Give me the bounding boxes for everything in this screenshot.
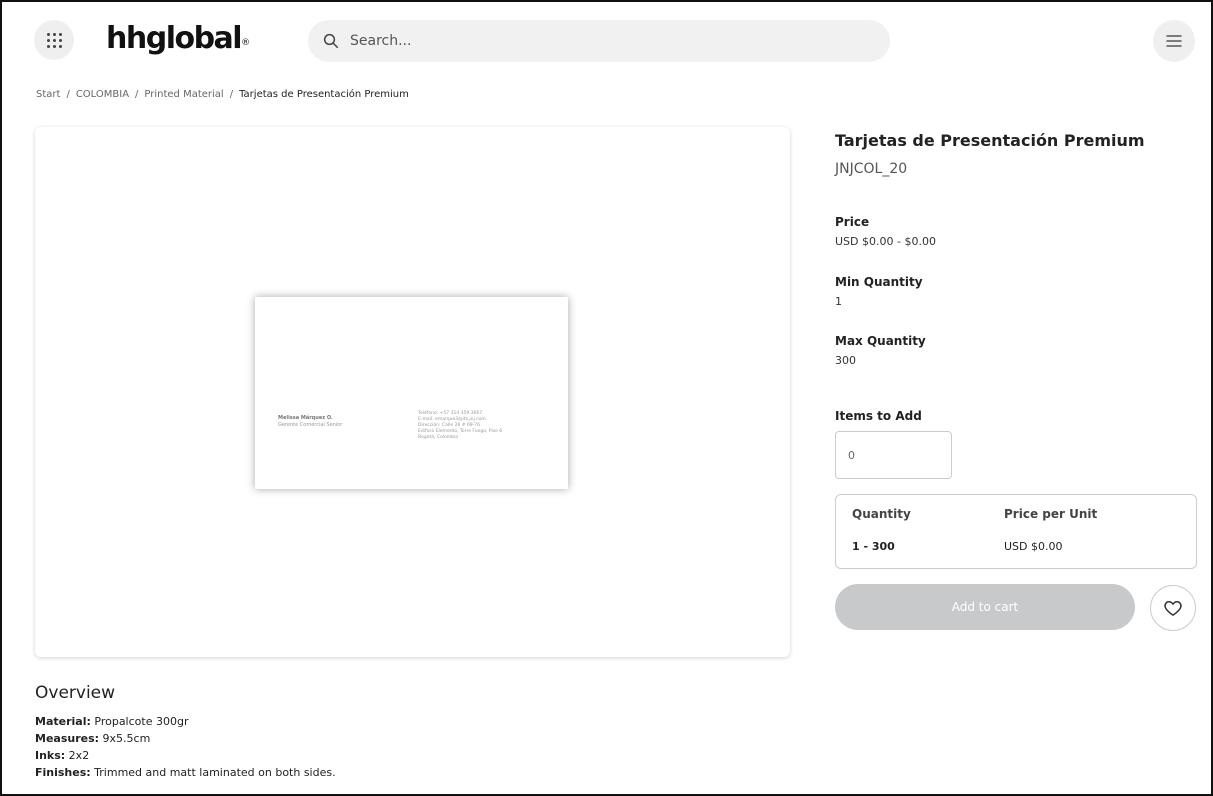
min-quantity-label: Min Quantity (835, 275, 923, 289)
card-contact: Teléfono: +57 314 359 3667 E-mail: emarq… (418, 411, 558, 441)
logo-registered-mark: ® (241, 38, 251, 48)
breadcrumb-separator: / (66, 89, 70, 100)
business-card-preview: Melissa Márquez O. Gerente Comercial Sen… (255, 297, 568, 489)
spec-inks: Inks: 2x2 (35, 747, 735, 764)
overview-title: Overview (35, 683, 116, 703)
price-block: Price USD $0.00 - $0.00 (835, 215, 936, 248)
search-input[interactable] (350, 33, 850, 49)
max-quantity-block: Max Quantity 300 (835, 334, 926, 367)
search-icon (323, 33, 339, 49)
overview-section: Overview Material: Propalcote 300gr Meas… (35, 683, 735, 781)
price-label: Price (835, 215, 870, 229)
spec-label: Inks: (35, 749, 66, 762)
product-info: Tarjetas de Presentación Premium JNJCOL_… (835, 127, 1197, 631)
tier-row-price: USD $0.00 (1004, 540, 1063, 553)
hamburger-icon (1166, 35, 1182, 47)
items-to-add-input[interactable] (835, 431, 952, 479)
spec-value: Propalcote 300gr (90, 715, 189, 728)
spec-label: Finishes: (35, 766, 91, 779)
spec-label: Material: (35, 715, 91, 728)
favorite-button[interactable] (1150, 585, 1196, 631)
breadcrumb-current: Tarjetas de Presentación Premium (239, 89, 409, 100)
spec-measures: Measures: 9x5.5cm (35, 730, 735, 747)
logo-text: hhglobal (106, 21, 243, 56)
overview-specs: Material: Propalcote 300gr Measures: 9x5… (35, 713, 735, 781)
add-to-cart-button[interactable]: Add to cart (835, 584, 1135, 630)
card-role: Gerente Comercial Senior (278, 422, 343, 428)
product-sku: JNJCOL_20 (835, 161, 908, 177)
breadcrumb-start[interactable]: Start (36, 89, 60, 100)
spec-material: Material: Propalcote 300gr (35, 713, 735, 730)
grid-dots-icon (46, 32, 62, 48)
price-value: USD $0.00 - $0.00 (835, 235, 936, 248)
spec-value: Trimmed and matt laminated on both sides… (90, 766, 336, 779)
min-quantity-value: 1 (835, 295, 842, 308)
spec-value: 9x5.5cm (99, 732, 151, 745)
apps-menu-button[interactable] (34, 20, 74, 60)
tier-row-quantity: 1 - 300 (852, 540, 895, 553)
spec-finishes: Finishes: Trimmed and matt laminated on … (35, 764, 735, 781)
spec-value: 2x2 (65, 749, 90, 762)
page-frame: hhglobal® Start / COLOMBIA / Printed Materia… (0, 0, 1213, 796)
top-header: hhglobal® (2, 2, 1211, 80)
breadcrumb: Start / COLOMBIA / Printed Material / Tarjetas… (36, 89, 409, 100)
breadcrumb-separator: / (229, 89, 234, 100)
card-contact-line: Bogotá, Colombia (418, 435, 458, 440)
product-image-panel[interactable]: Melissa Márquez O. Gerente Comercial Sen… (35, 127, 790, 657)
breadcrumb-printed-material[interactable]: Printed Material (144, 89, 223, 100)
tier-header-quantity: Quantity (852, 507, 911, 521)
search-bar[interactable] (308, 20, 890, 62)
min-quantity-block: Min Quantity 1 (835, 275, 923, 308)
items-to-add-block: Items to Add (835, 409, 922, 423)
breadcrumb-colombia[interactable]: COLOMBIA (76, 89, 129, 100)
items-to-add-label: Items to Add (835, 409, 922, 423)
tier-header-price: Price per Unit (1004, 507, 1098, 521)
max-quantity-value: 300 (835, 354, 856, 367)
heart-icon (1164, 600, 1182, 616)
breadcrumb-separator: / (135, 89, 139, 100)
hhglobal-logo[interactable]: hhglobal® (106, 22, 250, 56)
spec-label: Measures: (35, 732, 100, 745)
card-name: Melissa Márquez O. (278, 415, 333, 421)
hamburger-menu-button[interactable] (1153, 20, 1195, 62)
price-tier-table: Quantity Price per Unit 1 - 300 USD $0.0… (835, 494, 1197, 569)
max-quantity-label: Max Quantity (835, 334, 926, 348)
product-title: Tarjetas de Presentación Premium (835, 131, 1145, 150)
